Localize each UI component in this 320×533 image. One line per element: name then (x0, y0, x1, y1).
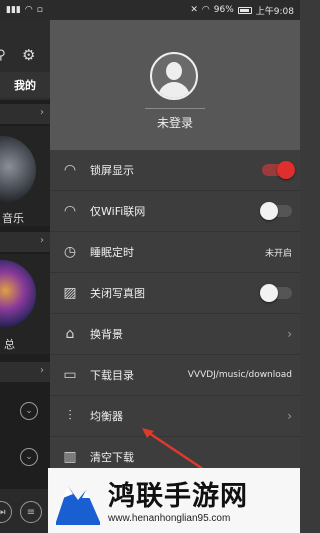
chevron-right-icon: › (40, 365, 44, 376)
background-card-game[interactable]: 总 (0, 254, 50, 354)
gauge-icon: ◠ (63, 203, 77, 219)
lockscreen-toggle[interactable] (262, 161, 295, 179)
chevron-right-icon: › (287, 327, 292, 341)
chevron-right-icon: › (40, 235, 44, 246)
avatar[interactable] (150, 52, 198, 100)
menu-item-label: 清空下载 (90, 451, 134, 464)
gear-icon[interactable]: ⚙ (22, 46, 35, 64)
background-player-bar: ⏭ ≡ (0, 489, 50, 533)
menu-item-hide-photo[interactable]: ▨ 关闭写真图 (50, 273, 300, 314)
avatar-head-shape (166, 62, 182, 80)
chevron-right-icon: › (40, 107, 44, 118)
wifi-only-toggle[interactable] (260, 202, 292, 220)
status-right: ✕ ◠ 96% 上午9:08 (190, 4, 294, 17)
play-next-icon[interactable]: ⏭ (0, 501, 12, 523)
profile-header[interactable]: 未登录 (50, 20, 300, 150)
mute-icon: ✕ (190, 5, 198, 15)
battery-icon (237, 6, 252, 14)
watermark-url: www.henanhonglian95.com (108, 513, 231, 524)
background-row[interactable]: › (0, 232, 50, 252)
tshirt-icon: ⌂ (65, 326, 75, 342)
notification-icon: ▫ (36, 5, 43, 15)
hide-photo-toggle[interactable] (260, 284, 292, 302)
menu-item-wifi-only[interactable]: ◠ 仅WiFi联网 (50, 191, 300, 232)
background-card-music[interactable]: 音乐 (0, 126, 50, 226)
menu-item-label: 换背景 (90, 328, 123, 341)
background-row[interactable]: › (0, 104, 50, 124)
avatar-body-shape (158, 82, 190, 98)
menu-item-change-background[interactable]: ⌂ 换背景 › (50, 314, 300, 355)
tab-mine[interactable]: 我的 (0, 72, 50, 98)
menu-item-label: 下载目录 (90, 369, 134, 382)
album-disc-image (0, 136, 36, 204)
image-icon: ▨ (63, 285, 77, 301)
album-disc-image (0, 260, 36, 328)
wifi-status-icon: ◠ (201, 5, 210, 15)
sleep-timer-value: 未开启 (264, 248, 292, 259)
app-screen: ▮▮▮ ◠ ▫ ✕ ◠ 96% 上午9:08 ⚲ ⚙ 我的 › 音乐 › 总 ›… (0, 0, 300, 533)
menu-item-label: 均衡器 (90, 410, 123, 423)
menu-item-label: 睡眠定时 (90, 246, 134, 259)
watermark-logo (56, 486, 100, 525)
menu-item-lockscreen[interactable]: ◠ 锁屏显示 (50, 150, 300, 191)
expand-circle-icon[interactable]: ⌄ (20, 448, 38, 466)
timer-icon: ◷ (63, 244, 77, 260)
background-row[interactable]: › (0, 362, 50, 382)
menu-item-sleep-timer[interactable]: ◷ 睡眠定时 未开启 (50, 232, 300, 273)
divider (145, 108, 205, 109)
battery-percent: 96% (213, 5, 234, 15)
signal-icon: ▮▮▮ (6, 5, 21, 15)
equalizer-icon: ⫶ (68, 408, 72, 424)
background-header: ⚲ ⚙ 我的 (0, 20, 50, 100)
download-dir-value: VVVDJ/music/download (187, 370, 292, 380)
card-label: 总 (4, 338, 15, 351)
background-page: ⚲ ⚙ 我的 › 音乐 › 总 › ⌄ ⌄ ⏭ ≡ (0, 20, 50, 533)
expand-circle-icon[interactable]: ⌄ (20, 402, 38, 420)
folder-icon: ▭ (63, 367, 77, 383)
menu-item-label: 关闭写真图 (90, 287, 145, 300)
search-icon[interactable]: ⚲ (0, 48, 6, 63)
playlist-icon[interactable]: ≡ (20, 501, 42, 523)
chevron-right-icon: › (287, 409, 292, 423)
gauge-icon: ◠ (63, 162, 77, 178)
status-bar: ▮▮▮ ◠ ▫ ✕ ◠ 96% 上午9:08 (0, 0, 300, 20)
card-label: 音乐 (2, 212, 24, 225)
wifi-icon: ◠ (24, 5, 33, 15)
menu-item-label: 锁屏显示 (90, 164, 134, 177)
trash-icon: ▥ (63, 449, 77, 465)
status-left: ▮▮▮ ◠ ▫ (6, 5, 43, 15)
watermark-title: 鸿联手游网 (108, 481, 248, 512)
menu-item-label: 仅WiFi联网 (90, 205, 146, 218)
login-status[interactable]: 未登录 (50, 114, 300, 131)
menu-item-download-dir[interactable]: ▭ 下载目录 VVVDJ/music/download (50, 355, 300, 396)
watermark-banner: 鸿联手游网 www.henanhonglian95.com (48, 468, 300, 533)
clock: 上午9:08 (255, 6, 294, 17)
